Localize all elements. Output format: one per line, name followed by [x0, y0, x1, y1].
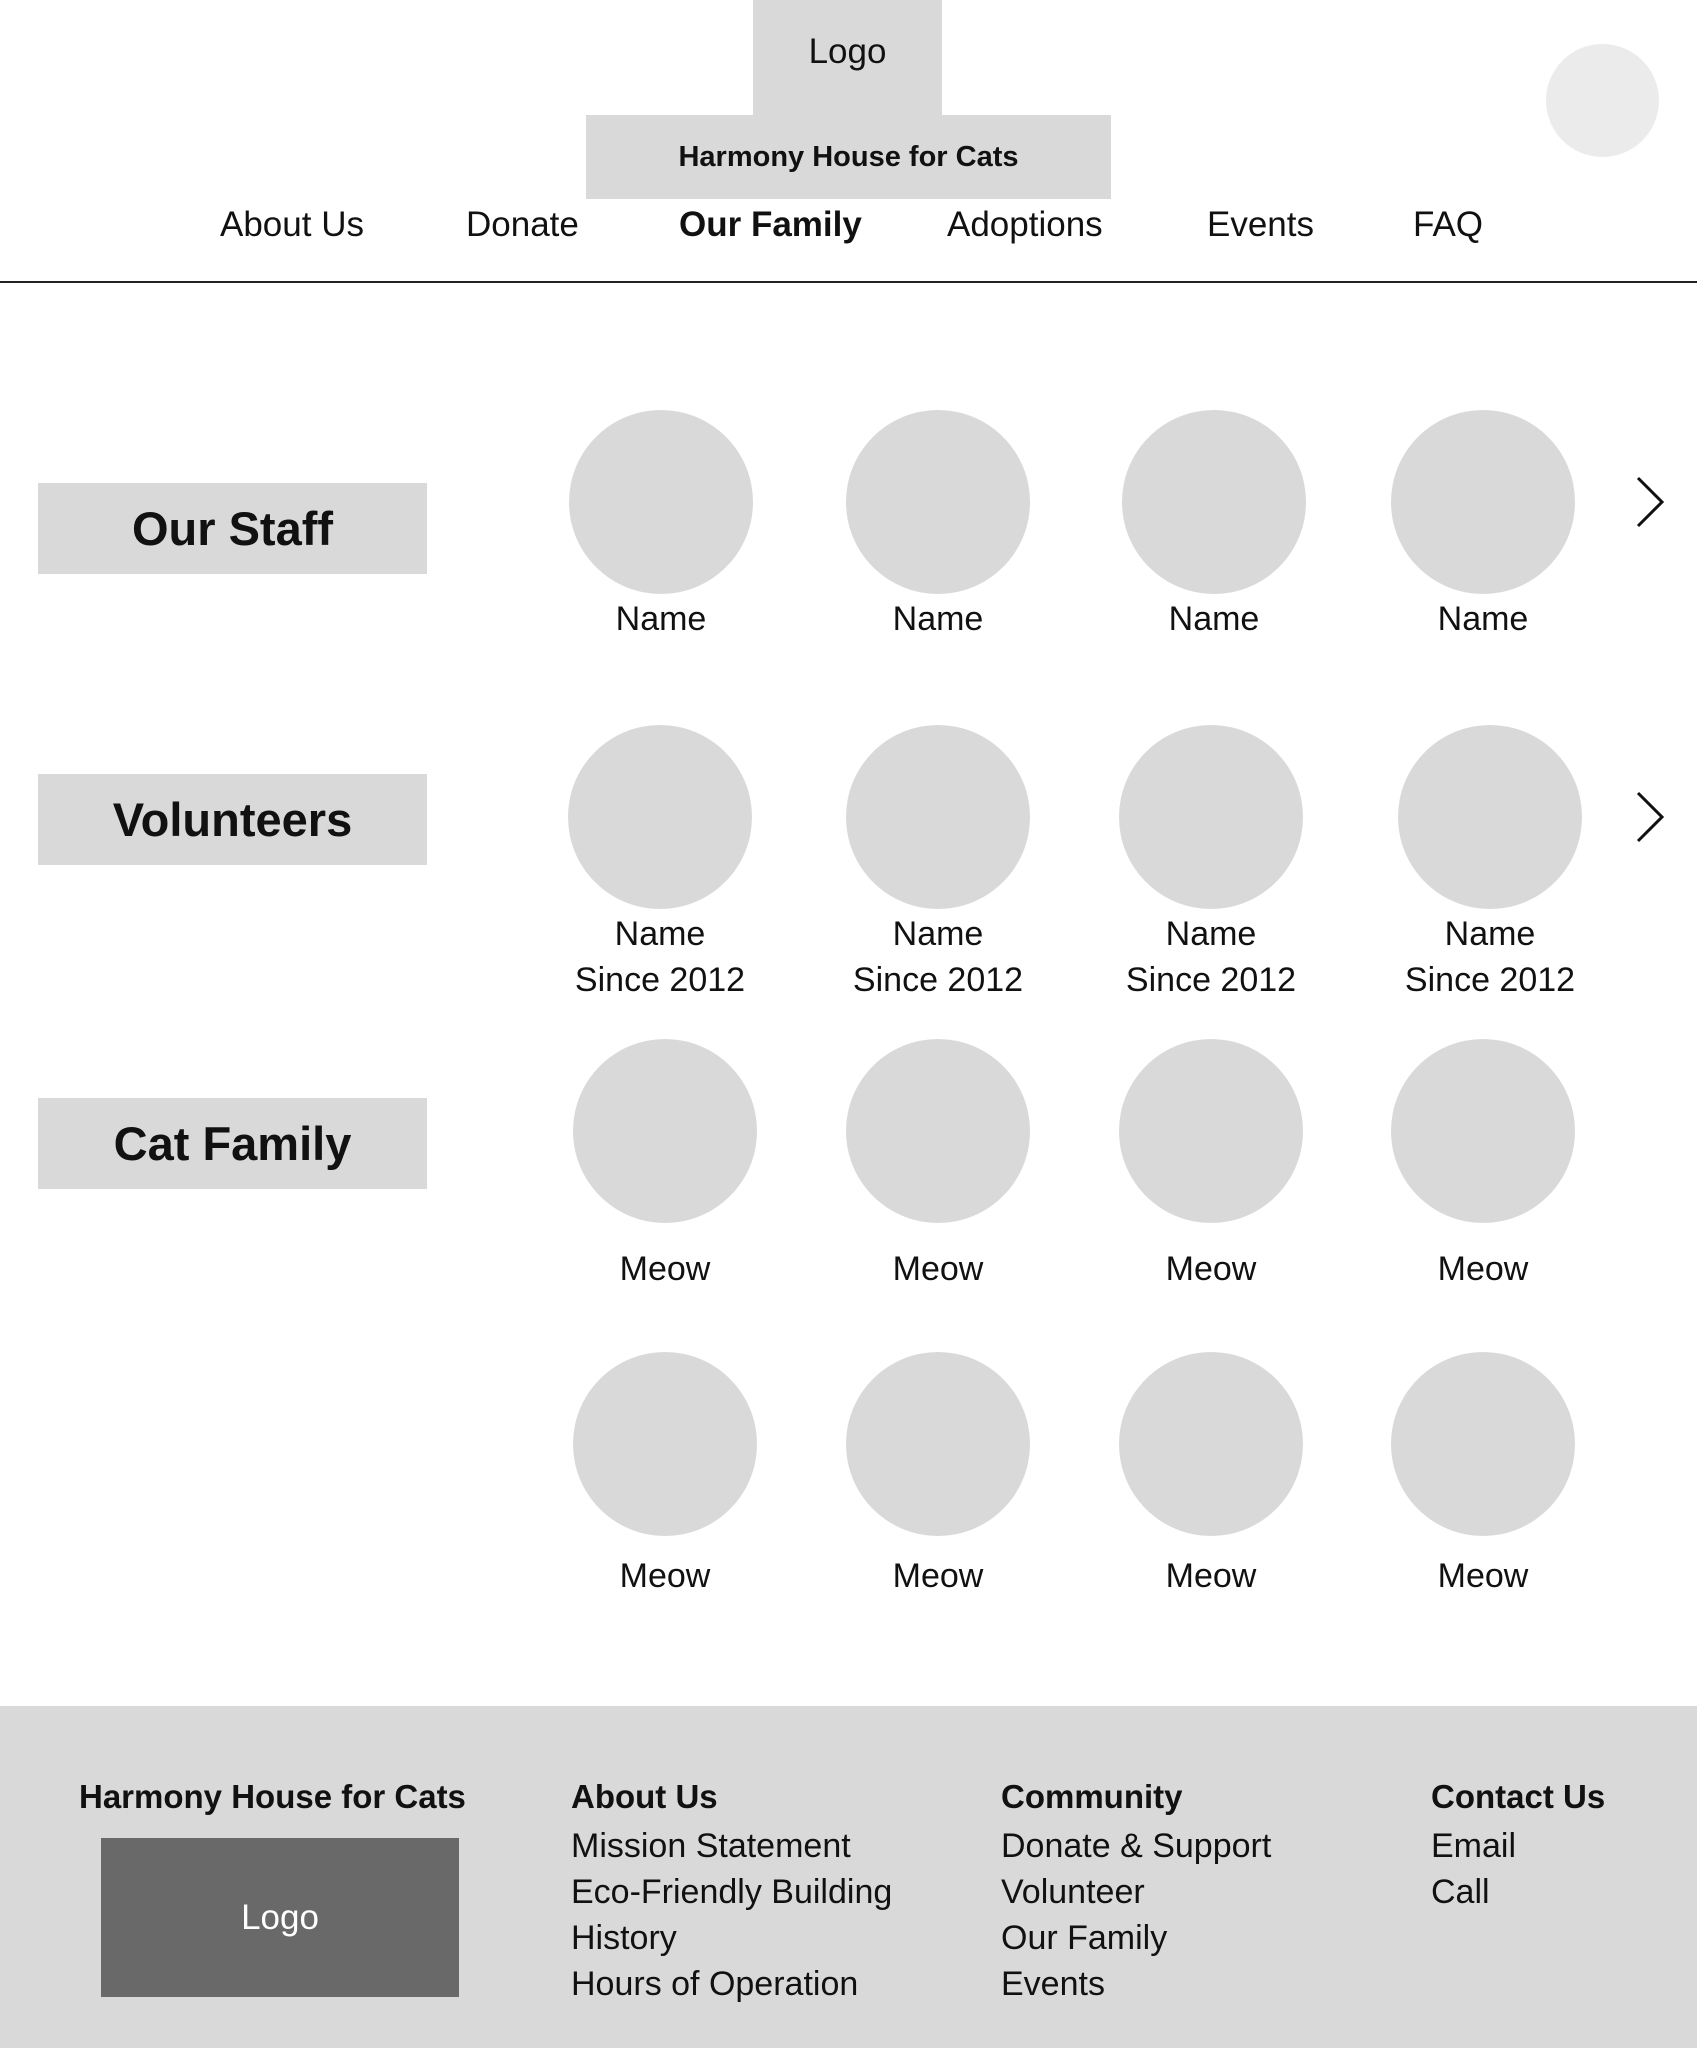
volunteer-photo[interactable] [568, 725, 752, 909]
staff-photo[interactable] [1391, 410, 1575, 594]
nav-our-family[interactable]: Our Family [679, 205, 862, 245]
volunteer-photo[interactable] [846, 725, 1030, 909]
cat-name: Meow [619, 1250, 711, 1288]
staff-photo[interactable] [1122, 410, 1306, 594]
staff-photo[interactable] [846, 410, 1030, 594]
cat-photo[interactable] [1391, 1352, 1575, 1536]
cat-name: Meow [892, 1250, 984, 1288]
footer-logo[interactable]: Logo [101, 1838, 459, 1997]
cat-photo[interactable] [846, 1352, 1030, 1536]
volunteer-since: Since 2012 [574, 961, 746, 999]
footer-heading-about-us: About Us [571, 1778, 718, 1815]
nav-about-us[interactable]: About Us [220, 205, 364, 245]
volunteer-since: Since 2012 [1125, 961, 1297, 999]
nav-adoptions[interactable]: Adoptions [947, 205, 1103, 245]
footer-brand: Harmony House for Cats [79, 1778, 466, 1815]
volunteer-name: Name [1444, 915, 1536, 953]
footer-link-donate-support[interactable]: Donate & Support [1001, 1823, 1271, 1869]
volunteer-name: Name [1165, 915, 1257, 953]
volunteer-photo[interactable] [1398, 725, 1582, 909]
section-title-volunteers: Volunteers [38, 774, 427, 865]
cat-photo[interactable] [1119, 1039, 1303, 1223]
header-logo[interactable]: Logo [753, 0, 942, 117]
site-title[interactable]: Harmony House for Cats [586, 115, 1111, 199]
footer-link-hours-of-operation[interactable]: Hours of Operation [571, 1961, 858, 2007]
section-title-cat-family: Cat Family [38, 1098, 427, 1189]
volunteer-photo[interactable] [1119, 725, 1303, 909]
cat-photo[interactable] [573, 1352, 757, 1536]
cat-name: Meow [1437, 1250, 1529, 1288]
cat-name: Meow [892, 1557, 984, 1595]
section-title-our-staff: Our Staff [38, 483, 427, 574]
volunteer-since: Since 2012 [1404, 961, 1576, 999]
staff-name: Name [1437, 600, 1529, 638]
staff-name: Name [892, 600, 984, 638]
nav-events[interactable]: Events [1207, 205, 1314, 245]
volunteer-name: Name [892, 915, 984, 953]
footer-link-call[interactable]: Call [1431, 1869, 1490, 1915]
footer-link-mission-statement[interactable]: Mission Statement [571, 1823, 851, 1869]
cat-photo[interactable] [1391, 1039, 1575, 1223]
nav-faq[interactable]: FAQ [1413, 205, 1483, 245]
footer-link-email[interactable]: Email [1431, 1823, 1516, 1869]
cat-photo[interactable] [1119, 1352, 1303, 1536]
cat-name: Meow [1165, 1557, 1257, 1595]
footer-link-our-family[interactable]: Our Family [1001, 1915, 1167, 1961]
footer-link-volunteer[interactable]: Volunteer [1001, 1869, 1145, 1915]
volunteer-since: Since 2012 [852, 961, 1024, 999]
cat-name: Meow [619, 1557, 711, 1595]
nav-donate[interactable]: Donate [466, 205, 579, 245]
footer-heading-contact-us: Contact Us [1431, 1778, 1606, 1815]
footer-link-eco-friendly-building[interactable]: Eco-Friendly Building [571, 1869, 892, 1915]
chevron-right-icon[interactable] [1630, 787, 1670, 847]
nav-divider [0, 281, 1697, 283]
footer-link-history[interactable]: History [571, 1915, 677, 1961]
staff-name: Name [1168, 600, 1260, 638]
volunteer-name: Name [614, 915, 706, 953]
user-avatar[interactable] [1546, 44, 1659, 157]
cat-photo[interactable] [846, 1039, 1030, 1223]
footer-heading-community: Community [1001, 1778, 1183, 1815]
cat-name: Meow [1437, 1557, 1529, 1595]
cat-photo[interactable] [573, 1039, 757, 1223]
staff-name: Name [615, 600, 707, 638]
footer-link-events[interactable]: Events [1001, 1961, 1105, 2007]
chevron-right-icon[interactable] [1630, 472, 1670, 532]
staff-photo[interactable] [569, 410, 753, 594]
cat-name: Meow [1165, 1250, 1257, 1288]
